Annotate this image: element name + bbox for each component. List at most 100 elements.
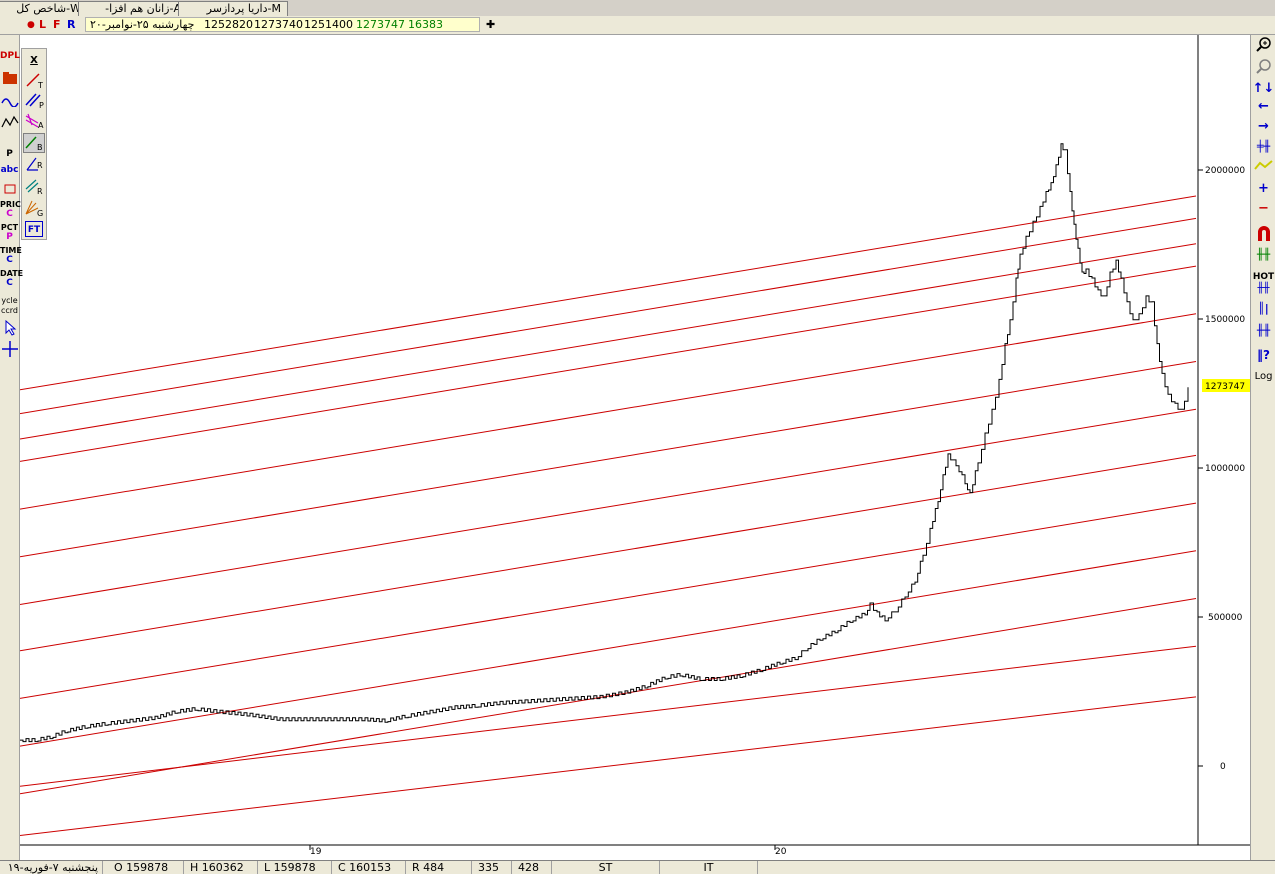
- scroll-right-icon[interactable]: →: [1251, 119, 1275, 135]
- mode-f-button[interactable]: F: [53, 18, 61, 32]
- text-tool-button[interactable]: abc: [0, 165, 19, 176]
- help-icon[interactable]: ‖?: [1251, 347, 1275, 363]
- trendline-tool[interactable]: T: [23, 71, 45, 91]
- status-bar: پنجشنبه ۷-فوریه-۱۹ O 159878 H 160362 L 1…: [0, 860, 1275, 874]
- volume-icon[interactable]: ╫╫: [1251, 323, 1275, 339]
- channel-line[interactable]: [19, 454, 1197, 652]
- channel-line[interactable]: [19, 598, 1197, 795]
- record-dot-icon[interactable]: ●: [27, 18, 35, 32]
- y-tick-label: 500000: [1208, 613, 1243, 623]
- drawing-tools-panel: X T P A B R R G FT: [21, 48, 47, 240]
- date-c-button[interactable]: C: [0, 278, 19, 289]
- quote-high: 1273740: [254, 18, 303, 31]
- price-chart[interactable]: 2000000 1500000 1000000 500000 0 19 20 1…: [19, 35, 1250, 860]
- close-panel-button[interactable]: X: [23, 51, 45, 71]
- channel-lines-group: [19, 195, 1197, 836]
- scroll-left-icon[interactable]: ←: [1251, 99, 1275, 115]
- quote-change: 16383: [408, 18, 443, 31]
- ray-tool[interactable]: R: [23, 155, 45, 175]
- tool-r2-label: R: [37, 187, 43, 195]
- chart-canvas[interactable]: 2000000 1500000 1000000 500000 0 19 20 1…: [19, 35, 1250, 860]
- channel-line[interactable]: [19, 217, 1197, 415]
- status-value-1: 335: [472, 861, 512, 874]
- y-axis-ticks: 2000000 1500000 1000000 500000 0: [1198, 166, 1245, 772]
- andrews-tool[interactable]: A: [23, 111, 45, 131]
- remove-icon[interactable]: −: [1251, 201, 1275, 217]
- channel-line[interactable]: [19, 361, 1197, 558]
- status-range: R 484: [406, 861, 472, 874]
- channel-line[interactable]: [19, 313, 1197, 510]
- rectangle-icon[interactable]: [0, 183, 19, 197]
- hot-bars-icon[interactable]: ╫╫: [1251, 281, 1275, 297]
- quote-low: 1251400: [304, 18, 353, 31]
- quote-info-bar: ● L F R چهارشنبه ۲۵-نوامبر-۲۰ 1252820 12…: [0, 16, 1275, 35]
- tab-index[interactable]: شاخص كل-W: [0, 1, 88, 16]
- zoom-in-icon[interactable]: [1251, 35, 1275, 53]
- gann-tool[interactable]: G: [23, 199, 45, 219]
- channel-line[interactable]: [19, 195, 1197, 391]
- channel-line[interactable]: [19, 502, 1197, 699]
- scale-vertical-icon[interactable]: ↑↓: [1251, 81, 1275, 97]
- mode-l-button[interactable]: L: [39, 18, 46, 32]
- crosshair-tool-icon[interactable]: [0, 340, 19, 360]
- line-chart-icon[interactable]: [1251, 159, 1275, 173]
- tool-r-label: R: [37, 161, 43, 170]
- fibonacci-tool[interactable]: FT: [25, 221, 43, 237]
- quote-box: چهارشنبه ۲۵-نوامبر-۲۰ 1252820 1273740 12…: [85, 17, 480, 32]
- channel-tool[interactable]: B: [23, 133, 45, 153]
- tool-g-label: G: [37, 209, 43, 217]
- crosshair-icon[interactable]: ✚: [486, 18, 495, 32]
- status-open: O 159878: [108, 861, 184, 874]
- status-high: H 160362: [184, 861, 258, 874]
- regression-tool[interactable]: R: [23, 177, 45, 197]
- bar-chart-icon[interactable]: ╪╫: [1251, 139, 1275, 155]
- right-toolbar: ↑↓ ← → ╪╫ + − ╫╫ HOT ╫╫ ║| ╫╫ ‖? Log: [1250, 35, 1275, 860]
- pct-p-button[interactable]: P: [0, 232, 19, 243]
- channel-line[interactable]: [19, 243, 1197, 440]
- y-tick-label: 1000000: [1205, 464, 1245, 474]
- channel-line[interactable]: [19, 645, 1197, 787]
- zoom-out-icon[interactable]: [1251, 57, 1275, 75]
- x-tick-label: 19: [310, 847, 322, 857]
- tool-t-label: T: [37, 81, 43, 89]
- time-c-button[interactable]: C: [0, 255, 19, 266]
- price-series-line: [20, 143, 1189, 743]
- parallel-tool[interactable]: P: [23, 91, 45, 111]
- status-it: IT: [660, 861, 758, 874]
- add-icon[interactable]: +: [1251, 181, 1275, 197]
- left-toolbar: DPL P abc PRICE C PCT P TIME C DATE C yc…: [0, 35, 26, 860]
- tool-a-label: A: [38, 121, 44, 129]
- mode-r-button[interactable]: R: [67, 18, 75, 32]
- quote-open: 1252820: [204, 18, 253, 31]
- y-tick-label: 1500000: [1205, 315, 1245, 325]
- tool-p-label: P: [39, 101, 44, 109]
- y-tick-label: 0: [1220, 762, 1226, 772]
- candle-icon[interactable]: ╫╫: [1251, 247, 1275, 263]
- folder-icon[interactable]: [0, 71, 19, 87]
- p-label[interactable]: P: [0, 149, 19, 160]
- magnet-icon[interactable]: [1251, 225, 1275, 243]
- status-close: C 160153: [332, 861, 406, 874]
- quote-date: چهارشنبه ۲۵-نوامبر-۲۰: [90, 18, 195, 31]
- status-date: پنجشنبه ۷-فوریه-۱۹: [0, 861, 103, 874]
- channel-line[interactable]: [19, 408, 1197, 605]
- price-c-button[interactable]: C: [0, 209, 19, 220]
- wave-icon[interactable]: [0, 93, 19, 109]
- split-icon[interactable]: ║|: [1251, 301, 1275, 317]
- tab-symbol-m[interactable]: داریا پردازسر-M: [178, 1, 288, 16]
- pointer-icon[interactable]: [0, 319, 19, 336]
- channel-line[interactable]: [19, 696, 1197, 836]
- tab-symbol-a[interactable]: -زانان هم افزا-A: [78, 1, 188, 16]
- dpl-button[interactable]: DPL: [0, 51, 20, 62]
- log-scale-button[interactable]: Log: [1251, 369, 1275, 385]
- tab-bar: شاخص كل-W -زانان هم افزا-A داریا پردازسر…: [0, 0, 1275, 17]
- price-series-group: [20, 143, 1189, 743]
- channel-line[interactable]: [19, 265, 1197, 462]
- zigzag-icon[interactable]: [0, 115, 19, 131]
- x-tick-label: 20: [775, 847, 787, 857]
- ccrd-label[interactable]: ccrd: [0, 305, 19, 316]
- x-axis-ticks: 19 20: [309, 845, 787, 857]
- channel-line[interactable]: [19, 550, 1197, 747]
- tool-b-label: B: [37, 143, 43, 152]
- status-value-2: 428: [512, 861, 552, 874]
